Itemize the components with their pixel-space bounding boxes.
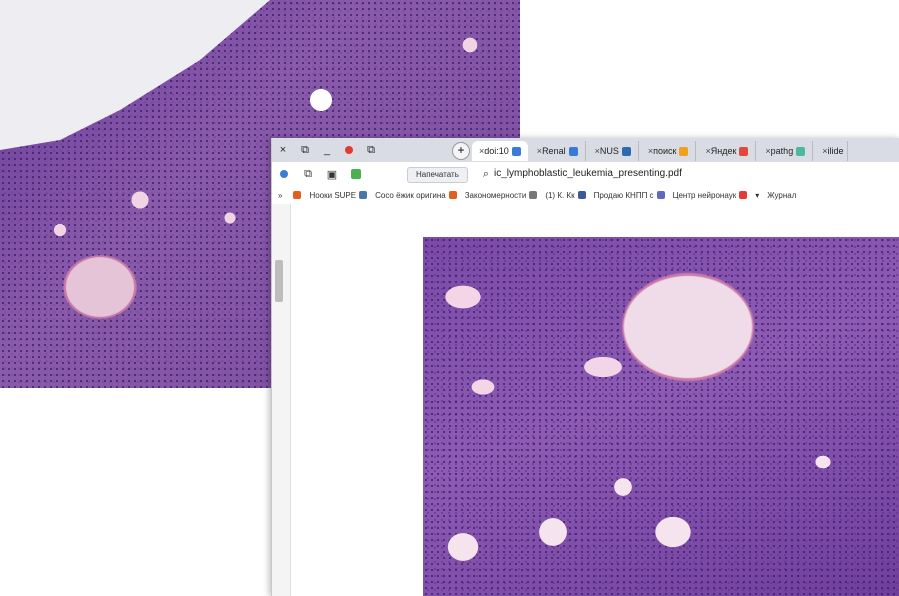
yandex-icon — [739, 146, 749, 156]
tab-strip: × doi:10 × Renal × NUS × поиск × Яндек ×… — [472, 140, 850, 162]
tab-label: ilide — [827, 146, 844, 156]
bookmarks-bar: » Нооки SUPE Сосо ёжик оригина Закономер… — [272, 186, 899, 204]
extensions-icon[interactable]: ⧉ — [299, 165, 317, 183]
vk-icon — [359, 191, 368, 199]
toolbar: ⧉ ▣ Напечатать ⌕ ic_lymphoblastic_leukem… — [272, 162, 899, 187]
document-icon — [529, 191, 538, 199]
youtube-icon — [739, 191, 748, 199]
bookmark-item[interactable]: Центр нейронаук — [673, 191, 748, 200]
tab-yandex[interactable]: × Яндек — [698, 141, 757, 161]
bookmark-label: Центр нейронаук — [672, 190, 737, 200]
tab-doi[interactable]: × doi:10 — [472, 141, 528, 161]
tab-pathg[interactable]: × pathg — [758, 141, 814, 161]
bookmark-item[interactable]: Закономерности — [465, 191, 538, 200]
new-tab-button[interactable]: + — [452, 142, 470, 160]
bookmark-item[interactable]: Продаю КНПП с — [594, 191, 665, 200]
tab-ilide[interactable]: × ilide — [815, 141, 849, 161]
bookmark-label: Нооки SUPE — [309, 190, 357, 200]
print-button[interactable]: Напечатать — [407, 167, 468, 183]
tab-label: NUS — [599, 146, 619, 156]
download-icon[interactable] — [275, 165, 293, 183]
profile-icon[interactable] — [338, 138, 360, 162]
bookmark-label: Продаю КНПП с — [593, 190, 654, 200]
image-viewer-icon[interactable]: ▣ — [323, 165, 341, 183]
pdf-histology-image — [423, 237, 899, 596]
pathg-icon — [796, 146, 806, 156]
tab-nus[interactable]: × NUS — [588, 141, 639, 161]
bookmark-label: Сосо ёжик оригина — [375, 190, 446, 200]
nus-icon — [621, 146, 631, 156]
address-bar[interactable]: ic_lymphoblastic_leukemia_presenting.pdf — [494, 166, 682, 182]
chrome-icon — [511, 146, 521, 156]
scrollbar[interactable] — [272, 204, 291, 596]
tab-label: поиск — [653, 146, 677, 156]
bookmark-item[interactable]: Сосо ёжик оригина — [375, 191, 457, 200]
bookmark-item[interactable] — [290, 191, 302, 199]
bookmark-label: Журнал — [767, 190, 797, 200]
heart-icon — [293, 191, 302, 199]
tab-bar: × ⧉ _ ⧉ + × doi:10 × Renal × NUS × поиск… — [272, 138, 899, 162]
bookmark-label: Закономерности — [464, 190, 527, 200]
mail-icon — [448, 191, 457, 199]
tab-label: pathg — [770, 146, 794, 156]
zoom-icon[interactable]: ⌕ — [477, 165, 495, 183]
tab-renal[interactable]: × Renal — [530, 141, 586, 161]
chat-icon — [656, 191, 665, 199]
tab-label: Яндек — [710, 146, 737, 156]
scrollbar-thumb[interactable] — [275, 260, 283, 302]
browser-window: × ⧉ _ ⧉ + × doi:10 × Renal × NUS × поиск… — [271, 138, 899, 596]
bookmark-item[interactable]: Нооки SUPE — [309, 190, 368, 200]
close-window-icon[interactable]: × — [272, 138, 294, 162]
tab-search[interactable]: × поиск — [641, 141, 697, 161]
bookmark-dropdown-icon[interactable]: ▾ — [755, 191, 759, 200]
more-bookmarks-icon[interactable]: » — [278, 191, 282, 200]
extension-badge-icon[interactable] — [347, 165, 365, 183]
minimize-window-icon[interactable]: _ — [316, 138, 338, 162]
tab-label: Renal — [542, 146, 566, 156]
bookmark-label: (1) К. Кк — [545, 190, 575, 200]
facebook-icon — [577, 191, 586, 199]
tab-search-icon[interactable]: ⧉ — [360, 138, 382, 162]
tab-label: doi:10 — [484, 146, 509, 156]
restore-window-icon[interactable]: ⧉ — [294, 138, 316, 162]
bookmark-item[interactable]: (1) К. Кк — [545, 190, 586, 200]
image-icon — [679, 146, 689, 156]
google-icon — [568, 146, 578, 156]
bookmark-item[interactable]: Журнал — [767, 191, 796, 200]
